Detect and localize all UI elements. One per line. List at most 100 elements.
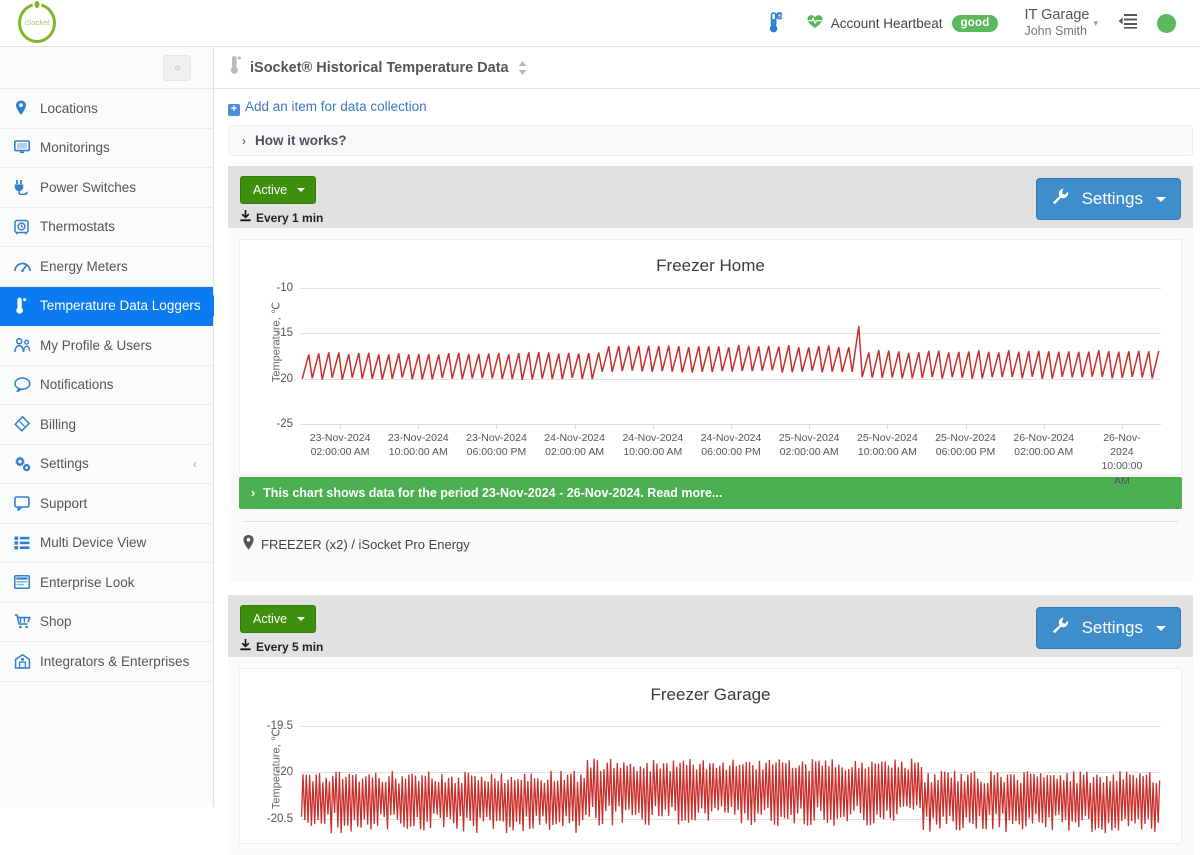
sidebar-item-label: Multi Device View (40, 535, 147, 551)
period-note-bar[interactable]: › This chart shows data for the period 2… (239, 477, 1182, 509)
indent-list-button[interactable] (1108, 0, 1147, 47)
sort-updown-icon[interactable] (518, 60, 527, 76)
sidebar-item-notifications[interactable]: Notifications (0, 365, 213, 405)
device-location-text: FREEZER (x2) / iSocket Pro Energy (261, 536, 470, 552)
online-status-button[interactable] (1147, 0, 1186, 47)
status-label: Active (253, 612, 288, 626)
logger-card-freezer-home: Active Every 1 min Settings Freezer Home… (228, 166, 1193, 582)
how-it-works-accordion[interactable]: › How it works? (228, 125, 1193, 156)
chevron-right-icon: › (242, 133, 246, 148)
logger-card-freezer-garage: Active Every 5 min Settings Freezer Gara… (228, 595, 1193, 855)
x-axis-line (301, 424, 1161, 425)
online-status-dot (1157, 13, 1176, 33)
chart-plot-area[interactable]: Temperature, ℃ -10 -15 -20 -25 23-Nov-2024 02… (246, 280, 1175, 487)
chart-plot-area[interactable]: Temperature, ℃ -19.5 -20 -20.5 (246, 709, 1175, 839)
thermostat-icon (14, 219, 40, 235)
download-icon (240, 639, 251, 654)
chart-title: Freezer Garage (650, 685, 771, 704)
chevron-left-icon: ‹ (193, 456, 197, 471)
add-item-row: + Add an item for data collection (214, 89, 1200, 125)
thermometer-celsius-icon (766, 11, 786, 35)
sidebar-item-label: My Profile & Users (40, 337, 152, 353)
sidebar-item-integrators-enterprises[interactable]: Integrators & Enterprises (0, 642, 213, 682)
account-name: IT Garage (1024, 7, 1090, 24)
chevron-right-icon: › (251, 486, 256, 500)
status-dropdown-button[interactable]: Active (240, 605, 317, 633)
interval-label: Every 5 min (256, 639, 324, 654)
period-note-text: This chart shows data for the period 23-… (263, 486, 723, 500)
window-icon (14, 575, 40, 590)
sidebar-item-label: Enterprise Look (40, 574, 135, 590)
settings-dropdown-button[interactable]: Settings (1035, 178, 1181, 220)
sidebar-item-support[interactable]: Support (0, 484, 213, 524)
gauge-icon (14, 259, 40, 273)
sidebar-item-billing[interactable]: Billing (0, 405, 213, 445)
how-it-works-label: How it works? (255, 133, 347, 148)
page-title: iSocket® Historical Temperature Data (250, 59, 509, 76)
sidebar-item-label: Billing (40, 416, 77, 432)
sidebar-item-thermostats[interactable]: Thermostats (0, 207, 213, 247)
card-header: Active Every 1 min Settings (228, 166, 1193, 228)
sidebar-item-temperature-data-loggers[interactable]: Temperature Data Loggers (0, 286, 213, 326)
sidebar-item-label: Temperature Data Loggers (40, 298, 201, 314)
download-icon (240, 210, 251, 225)
account-heartbeat-indicator[interactable]: Account Heartbeat good (796, 0, 1009, 47)
chevron-down-icon (297, 617, 306, 621)
chart-line-series (300, 758, 1161, 834)
map-pin-icon (14, 100, 40, 116)
interval-label: Every 1 min (256, 210, 324, 225)
speech-bubble-icon (14, 377, 40, 393)
account-menu[interactable]: IT Garage John Smith ▾ (1008, 0, 1108, 47)
sidebar-item-label: Settings (40, 456, 89, 472)
chevron-down-icon (1156, 196, 1166, 202)
sidebar-item-energy-meters[interactable]: Energy Meters (0, 247, 213, 287)
sidebar-item-label: Integrators & Enterprises (40, 653, 190, 669)
chart-container-freezer-home: Freezer Home Temperature, ℃ -10 -15 -20 -25… (239, 239, 1182, 487)
main-content: iSocket® Historical Temperature Data + Ad… (214, 47, 1200, 855)
card-body: Freezer Home Temperature, ℃ -10 -15 -20 -25… (228, 228, 1193, 582)
account-heartbeat-label: Account Heartbeat (830, 15, 943, 31)
card-spacer (214, 582, 1200, 595)
tag-icon (14, 416, 40, 433)
temperature-unit-button[interactable] (756, 0, 796, 47)
sidebar-item-shop[interactable]: Shop (0, 602, 213, 642)
wrench-icon (1052, 617, 1069, 639)
status-dropdown-button[interactable]: Active (240, 176, 317, 204)
indent-list-icon (1118, 13, 1137, 34)
settings-label: Settings (1081, 189, 1143, 208)
sidebar-item-power-switches[interactable]: Power Switches (0, 168, 213, 208)
sidebar-item-label: Support (40, 495, 88, 511)
sidebar-collapse-button[interactable]: ‹› (163, 54, 191, 81)
users-icon (14, 337, 40, 353)
chart-line-series (301, 325, 1160, 380)
chart-title: Freezer Home (656, 256, 765, 275)
sidebar-item-enterprise-look[interactable]: Enterprise Look (0, 563, 213, 603)
device-location: FREEZER (x2) / iSocket Pro Energy (243, 535, 1178, 571)
brand-logo[interactable]: iSocket (0, 0, 215, 43)
sidebar-item-settings[interactable]: Settings ‹ (0, 444, 213, 484)
plus-square-icon: + (228, 104, 240, 116)
chevron-down-icon (1156, 625, 1166, 631)
chevron-down-icon: ▾ (1093, 17, 1098, 28)
heart-pulse-icon (806, 13, 824, 34)
sidebar-item-multi-device-view[interactable]: Multi Device View (0, 523, 213, 563)
card-header: Active Every 5 min Settings (228, 595, 1193, 657)
sidebar-item-label: Shop (40, 614, 72, 630)
collapse-arrows-icon: ‹› (174, 61, 180, 74)
add-item-label: Add an item for data collection (245, 99, 427, 114)
sidebar-nav: Locations Monitorings Power Switches Thermo… (0, 89, 213, 682)
sidebar-item-my-profile-users[interactable]: My Profile & Users (0, 326, 213, 366)
sidebar-item-label: Thermostats (40, 219, 116, 235)
status-label: Active (253, 183, 288, 197)
sidebar-item-locations[interactable]: Locations (0, 89, 213, 129)
settings-dropdown-button[interactable]: Settings (1035, 607, 1181, 649)
sidebar-item-monitorings[interactable]: Monitorings (0, 128, 213, 168)
list-grid-icon (14, 536, 40, 550)
plug-icon (14, 179, 40, 196)
sidebar-item-label: Energy Meters (40, 258, 128, 274)
sidebar-item-label: Monitorings (40, 140, 110, 156)
add-item-link[interactable]: + Add an item for data collection (228, 99, 427, 116)
logo-dot-icon (32, 0, 42, 10)
account-labels: IT Garage John Smith (1024, 7, 1089, 38)
card-body: Freezer Garage Temperature, ℃ -19.5 -20 -2… (228, 657, 1193, 855)
